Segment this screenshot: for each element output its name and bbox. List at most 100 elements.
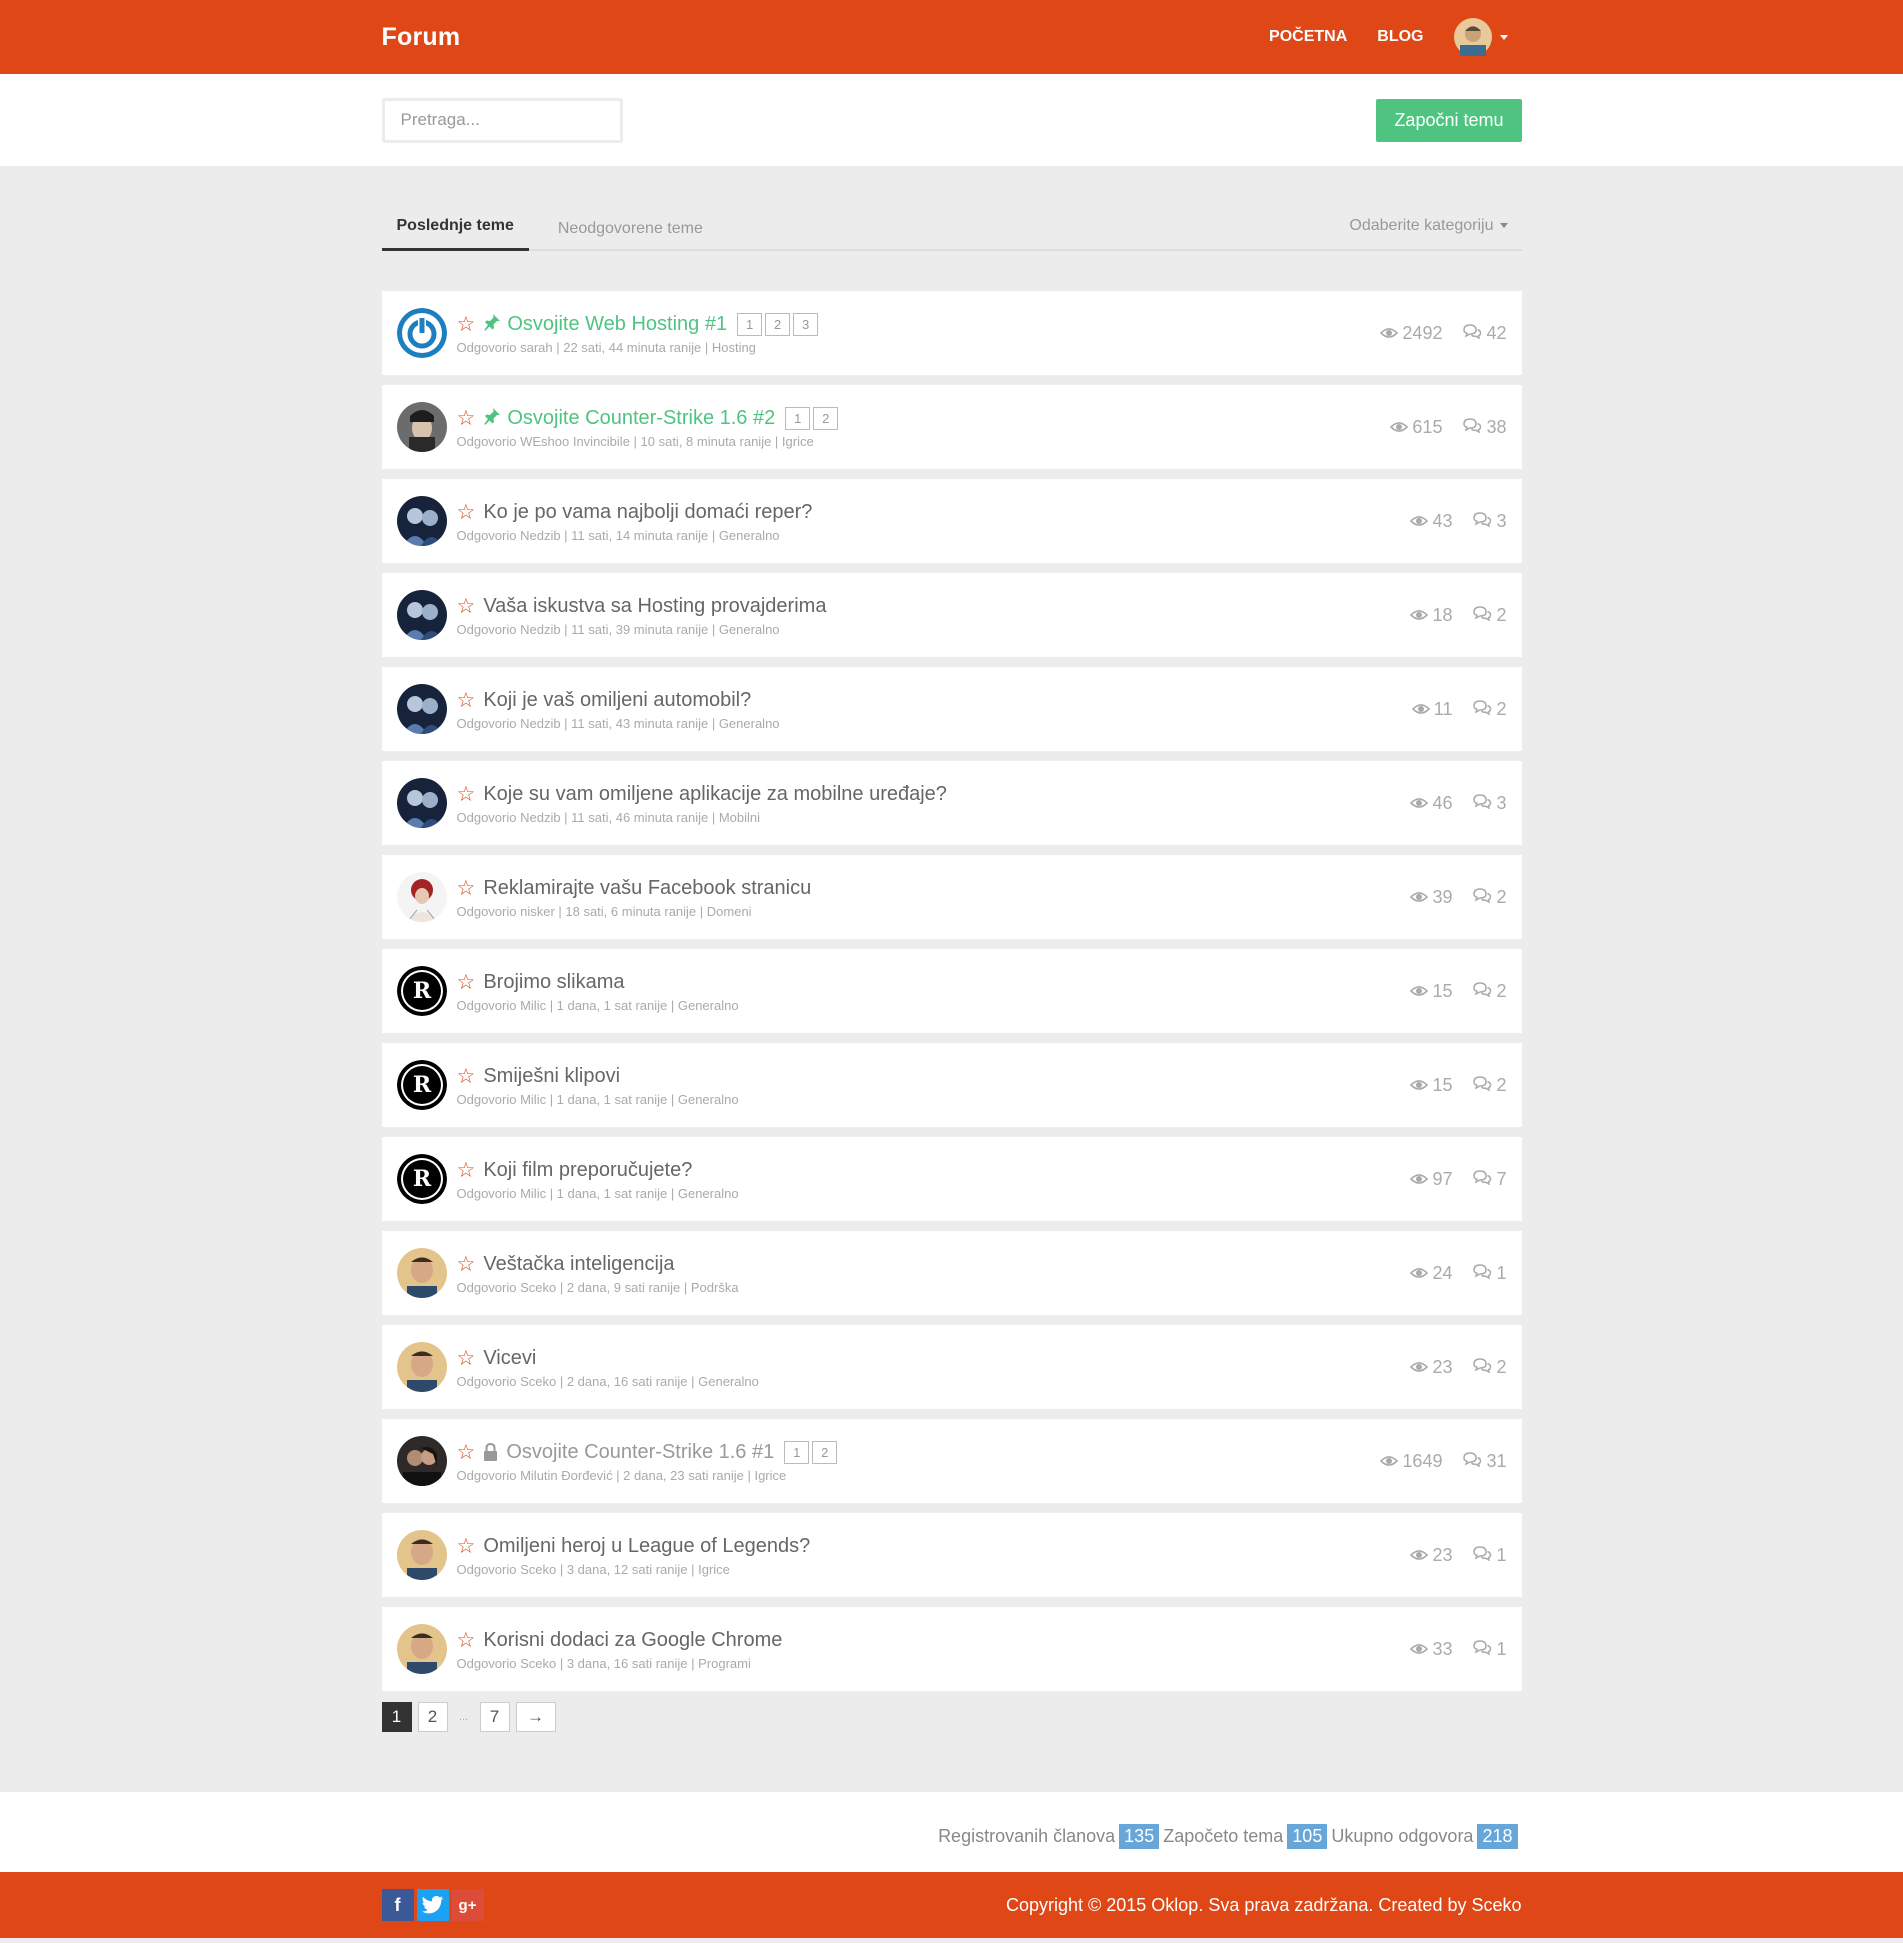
avatar[interactable] <box>396 402 447 452</box>
tab-latest[interactable]: Poslednje teme <box>381 217 529 251</box>
topic-title-link[interactable]: Korisni dodaci za Google Chrome <box>483 1629 782 1652</box>
avatar[interactable] <box>396 1624 447 1674</box>
views-count: 2492 <box>1402 322 1443 343</box>
star-icon[interactable]: ☆ <box>457 878 476 899</box>
topic-row[interactable]: R ☆ Koji film preporučujete? Odgovorio M… <box>381 1137 1522 1221</box>
topic-title-link[interactable]: Osvojite Web Hosting #1 <box>507 313 727 336</box>
avatar[interactable] <box>396 684 447 734</box>
avatar[interactable] <box>1453 18 1492 56</box>
topic-row[interactable]: ☆ Osvojite Counter-Strike 1.6 #2 12 Odgo… <box>381 385 1522 469</box>
brand-logo[interactable]: Forum <box>382 23 461 52</box>
topic-page-link[interactable]: 3 <box>793 312 819 336</box>
avatar[interactable] <box>396 1436 447 1486</box>
eye-icon <box>1380 1451 1399 1472</box>
topic-row[interactable]: ☆ Osvojite Web Hosting #1 123 Odgovorio … <box>381 291 1522 375</box>
tab-unanswered[interactable]: Neodgovorene teme <box>543 220 718 251</box>
star-icon[interactable]: ☆ <box>457 502 476 523</box>
topic-row[interactable]: R ☆ Brojimo slikama Odgovorio Milic | 1 … <box>381 949 1522 1033</box>
star-icon[interactable]: ☆ <box>457 408 476 429</box>
avatar[interactable]: R <box>396 966 447 1016</box>
avatar[interactable] <box>396 1342 447 1392</box>
star-icon[interactable]: ☆ <box>457 1442 476 1463</box>
page-7-button[interactable]: 7 <box>479 1702 510 1732</box>
star-icon[interactable]: ☆ <box>457 1348 476 1369</box>
star-icon[interactable]: ☆ <box>457 1066 476 1087</box>
next-page-button[interactable]: → <box>515 1702 556 1732</box>
avatar[interactable] <box>396 590 447 640</box>
star-icon[interactable]: ☆ <box>457 690 476 711</box>
topic-row[interactable]: ☆ Korisni dodaci za Google Chrome Odgovo… <box>381 1607 1522 1691</box>
replies-stat: 1 <box>1472 1639 1507 1660</box>
views-stat: 39 <box>1410 887 1452 908</box>
google-plus-icon[interactable]: g+ <box>451 1889 484 1921</box>
topic-page-link[interactable]: 2 <box>813 406 839 430</box>
avatar[interactable] <box>396 778 447 828</box>
replies-count: 38 <box>1486 416 1507 437</box>
topic-title-link[interactable]: Vaša iskustva sa Hosting provajderima <box>483 595 826 618</box>
topic-page-link[interactable]: 1 <box>784 1440 810 1464</box>
topic-row[interactable]: ☆ Reklamirajte vašu Facebook stranicu Od… <box>381 855 1522 939</box>
topic-page-link[interactable]: 2 <box>765 312 791 336</box>
search-input[interactable] <box>381 97 623 143</box>
topic-title-link[interactable]: Osvojite Counter-Strike 1.6 #1 <box>506 1441 774 1464</box>
avatar[interactable] <box>396 1530 447 1580</box>
star-icon[interactable]: ☆ <box>457 596 476 617</box>
topic-title-link[interactable]: Brojimo slikama <box>483 971 624 994</box>
user-menu[interactable] <box>1453 18 1508 56</box>
topic-row[interactable]: R ☆ Smiješni klipovi Odgovorio Milic | 1… <box>381 1043 1522 1127</box>
topic-title-link[interactable]: Omiljeni heroj u League of Legends? <box>483 1535 810 1558</box>
star-icon[interactable]: ☆ <box>457 972 476 993</box>
eye-icon <box>1410 793 1429 814</box>
topic-row[interactable]: ☆ Koji je vaš omiljeni automobil? Odgovo… <box>381 667 1522 751</box>
replies-stat: 3 <box>1472 510 1507 532</box>
star-icon[interactable]: ☆ <box>457 1630 476 1651</box>
star-icon[interactable]: ☆ <box>457 1536 476 1557</box>
topic-title-link[interactable]: Veštačka inteligencija <box>483 1253 674 1276</box>
star-icon[interactable]: ☆ <box>457 784 476 805</box>
avatar[interactable] <box>396 308 447 358</box>
topic-row[interactable]: ☆ Osvojite Counter-Strike 1.6 #1 12 Odgo… <box>381 1419 1522 1503</box>
topic-title-row: ☆ Korisni dodaci za Google Chrome <box>457 1627 1411 1653</box>
topic-row[interactable]: ☆ Vicevi Odgovorio Sceko | 2 dana, 16 sa… <box>381 1325 1522 1409</box>
topic-stats: 39 2 <box>1410 886 1507 908</box>
topic-body: ☆ Omiljeni heroj u League of Legends? Od… <box>457 1533 1411 1578</box>
chevron-down-icon[interactable] <box>1499 34 1508 40</box>
topic-title-link[interactable]: Koji je vaš omiljeni automobil? <box>483 689 751 712</box>
topic-row[interactable]: ☆ Vaša iskustva sa Hosting provajderima … <box>381 573 1522 657</box>
topic-page-link[interactable]: 2 <box>812 1440 838 1464</box>
topic-row[interactable]: ☆ Veštačka inteligencija Odgovorio Sceko… <box>381 1231 1522 1315</box>
topic-row[interactable]: ☆ Omiljeni heroj u League of Legends? Od… <box>381 1513 1522 1597</box>
topic-title-link[interactable]: Vicevi <box>483 1347 536 1370</box>
star-icon[interactable]: ☆ <box>457 1254 476 1275</box>
topic-title-link[interactable]: Koji film preporučujete? <box>483 1159 692 1182</box>
facebook-icon[interactable]: f <box>381 1889 414 1921</box>
topic-title-link[interactable]: Ko je po vama najbolji domaći reper? <box>483 501 812 524</box>
topic-title-link[interactable]: Osvojite Counter-Strike 1.6 #2 <box>507 407 775 430</box>
avatar[interactable] <box>396 496 447 546</box>
topic-title-link[interactable]: Reklamirajte vašu Facebook stranicu <box>483 877 811 900</box>
views-stat: 43 <box>1410 511 1452 532</box>
replies-count: 3 <box>1496 510 1507 531</box>
topic-page-link[interactable]: 1 <box>737 312 763 336</box>
nav-blog-link[interactable]: BLOG <box>1377 28 1423 46</box>
topic-row[interactable]: ☆ Koje su vam omiljene aplikacije za mob… <box>381 761 1522 845</box>
star-icon[interactable]: ☆ <box>457 314 476 335</box>
nav-home-link[interactable]: POČETNA <box>1269 28 1347 46</box>
avatar[interactable] <box>396 1248 447 1298</box>
new-topic-button[interactable]: Započni temu <box>1376 98 1522 142</box>
page-2-button[interactable]: 2 <box>417 1702 448 1732</box>
replies-count: 2 <box>1496 886 1507 907</box>
star-icon[interactable]: ☆ <box>457 1160 476 1181</box>
avatar[interactable]: R <box>396 1154 447 1204</box>
pin-icon <box>483 407 501 429</box>
page-1-button[interactable]: 1 <box>381 1702 412 1732</box>
twitter-icon[interactable] <box>416 1889 449 1921</box>
topic-page-link[interactable]: 1 <box>785 406 811 430</box>
topic-title-link[interactable]: Koje su vam omiljene aplikacije za mobil… <box>483 783 947 806</box>
category-dropdown[interactable]: Odaberite kategoriju <box>1349 217 1508 235</box>
avatar[interactable] <box>396 872 447 922</box>
topic-row[interactable]: ☆ Ko je po vama najbolji domaći reper? O… <box>381 479 1522 563</box>
topic-title-link[interactable]: Smiješni klipovi <box>483 1065 620 1088</box>
topic-stats: 15 2 <box>1410 1075 1507 1096</box>
avatar[interactable]: R <box>396 1060 447 1110</box>
